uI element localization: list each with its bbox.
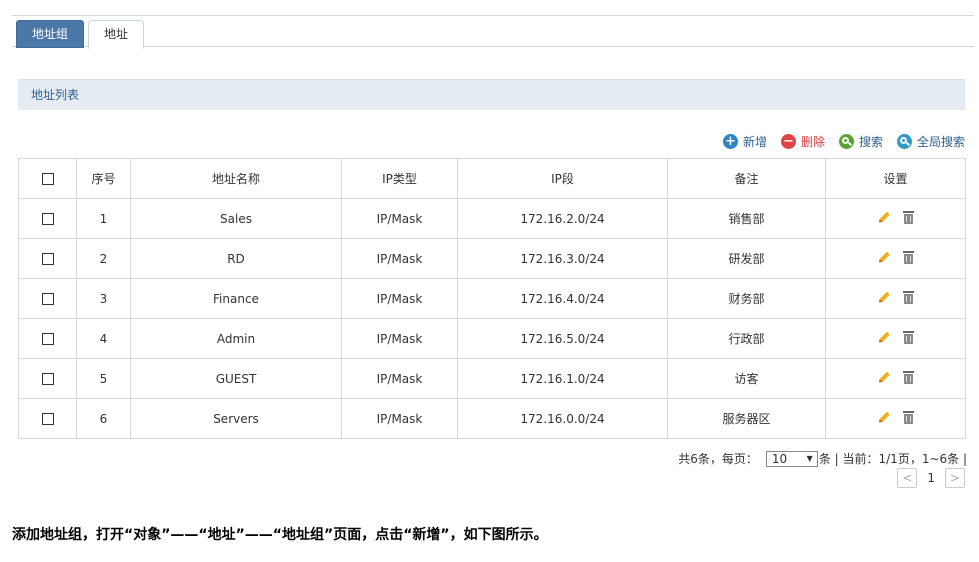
row-checkbox[interactable]: [41, 373, 54, 385]
row-note: 销售部: [667, 198, 826, 239]
row-type: IP/Mask: [341, 398, 458, 439]
trash-icon[interactable]: [903, 250, 914, 264]
row-ip: 172.16.0.0/24: [457, 398, 668, 439]
row-type: IP/Mask: [341, 198, 458, 239]
col-header-settings: 设置: [825, 158, 966, 199]
per-page-value: 10: [771, 451, 788, 466]
pager-summary: 条 | 当前：1/1页，1~6条 |: [818, 452, 967, 466]
edit-icon[interactable]: [877, 330, 891, 344]
row-ip: 172.16.4.0/24: [457, 278, 668, 319]
row-note: 财务部: [667, 278, 826, 319]
row-no: 1: [76, 198, 131, 239]
trash-icon[interactable]: [903, 290, 914, 304]
instruction-caption: 添加地址组，打开“对象”——“地址”——“地址组”页面，点击“新增”，如下图所示…: [12, 527, 548, 543]
table-row: 4 Admin IP/Mask 172.16.5.0/24 行政部: [18, 318, 966, 359]
row-name: GUEST: [130, 358, 342, 399]
global-search-button[interactable]: 全局搜索: [896, 133, 965, 150]
col-header-type: IP类型: [341, 158, 458, 199]
row-ip: 172.16.3.0/24: [457, 238, 668, 279]
col-header-name: 地址名称: [130, 158, 342, 199]
prev-page-button[interactable]: <: [897, 468, 918, 488]
row-name: Servers: [130, 398, 342, 439]
row-checkbox[interactable]: [41, 213, 54, 225]
search-button[interactable]: 搜索: [838, 133, 883, 150]
edit-icon[interactable]: [877, 370, 891, 384]
row-checkbox[interactable]: [41, 413, 54, 425]
row-ip: 172.16.1.0/24: [457, 358, 668, 399]
row-note: 研发部: [667, 238, 826, 279]
tab-bar: 地址组 地址: [12, 15, 974, 49]
pager-nav: < 1 >: [897, 468, 965, 488]
trash-icon[interactable]: [903, 370, 914, 384]
row-name: Sales: [130, 198, 342, 239]
trash-icon[interactable]: [903, 210, 914, 224]
row-ip: 172.16.5.0/24: [457, 318, 668, 359]
pager-total: 共6条，每页：: [678, 452, 758, 466]
pager-info: 共6条，每页： 10 ▼ 条 | 当前：1/1页，1~6条 |: [678, 450, 967, 467]
row-note: 访客: [667, 358, 826, 399]
toolbar: + 新增 − 删除 搜索 全局搜索: [709, 131, 965, 151]
table-row: 2 RD IP/Mask 172.16.3.0/24 研发部: [18, 238, 966, 279]
row-no: 3: [76, 278, 131, 319]
delete-button[interactable]: − 删除: [780, 133, 825, 150]
row-name: Finance: [130, 278, 342, 319]
col-header-no: 序号: [76, 158, 131, 199]
plus-icon: +: [722, 133, 738, 149]
table-row: 1 Sales IP/Mask 172.16.2.0/24 销售部: [18, 198, 966, 239]
add-label: 新增: [742, 134, 767, 149]
section-title: 地址列表: [18, 79, 965, 110]
table-row: 3 Finance IP/Mask 172.16.4.0/24 财务部: [18, 278, 966, 319]
dropdown-arrow-icon: ▼: [806, 453, 813, 463]
col-header-note: 备注: [667, 158, 826, 199]
next-page-button[interactable]: >: [945, 468, 965, 488]
row-no: 6: [76, 398, 131, 439]
row-type: IP/Mask: [341, 278, 458, 319]
edit-icon[interactable]: [877, 250, 891, 264]
per-page-select[interactable]: 10 ▼: [765, 450, 818, 467]
row-no: 2: [76, 238, 131, 279]
select-all-cell: [18, 158, 77, 199]
search-icon: [838, 133, 854, 149]
row-name: RD: [130, 238, 342, 279]
edit-icon[interactable]: [877, 210, 891, 224]
col-header-ip: IP段: [457, 158, 668, 199]
table-header-row: 序号 地址名称 IP类型 IP段 备注 设置: [18, 158, 966, 199]
delete-label: 删除: [800, 134, 825, 149]
row-type: IP/Mask: [341, 238, 458, 279]
select-all-checkbox[interactable]: [41, 173, 54, 185]
tab-address[interactable]: 地址: [88, 20, 144, 49]
tab-address-group[interactable]: 地址组: [16, 20, 84, 48]
address-table: 序号 地址名称 IP类型 IP段 备注 设置 1 Sales IP/Mask 1…: [18, 158, 966, 439]
table-row: 6 Servers IP/Mask 172.16.0.0/24 服务器区: [18, 398, 966, 439]
row-name: Admin: [130, 318, 342, 359]
edit-icon[interactable]: [877, 290, 891, 304]
row-note: 行政部: [667, 318, 826, 359]
row-checkbox[interactable]: [41, 253, 54, 265]
row-no: 5: [76, 358, 131, 399]
row-checkbox[interactable]: [41, 293, 54, 305]
row-type: IP/Mask: [341, 358, 458, 399]
table-row: 5 GUEST IP/Mask 172.16.1.0/24 访客: [18, 358, 966, 399]
add-button[interactable]: + 新增: [722, 133, 767, 150]
row-no: 4: [76, 318, 131, 359]
row-checkbox[interactable]: [41, 333, 54, 345]
global-search-label: 全局搜索: [916, 134, 965, 149]
search-label: 搜索: [858, 134, 883, 149]
row-note: 服务器区: [667, 398, 826, 439]
global-search-icon: [896, 133, 912, 149]
trash-icon[interactable]: [903, 330, 914, 344]
edit-icon[interactable]: [877, 410, 891, 424]
minus-icon: −: [780, 133, 796, 149]
row-type: IP/Mask: [341, 318, 458, 359]
row-ip: 172.16.2.0/24: [457, 198, 668, 239]
current-page-number[interactable]: 1: [927, 471, 935, 485]
trash-icon[interactable]: [903, 410, 914, 424]
